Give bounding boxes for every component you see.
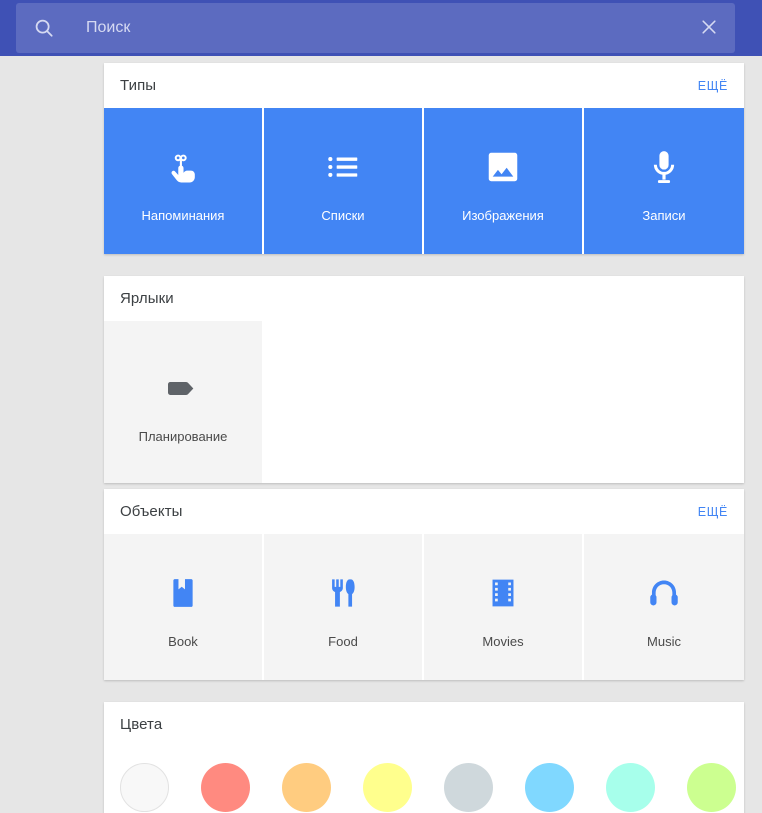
microphone-icon: [645, 139, 683, 195]
color-swatch-teal[interactable]: [606, 762, 655, 812]
type-tile-reminders[interactable]: Напоминания: [104, 108, 264, 254]
types-tile-row: Напоминания Списки Изображения Записи: [104, 108, 744, 254]
objects-tile-row: Book Food Movies Music: [104, 534, 744, 680]
color-swatch-orange[interactable]: [282, 762, 331, 812]
object-tile-label: Food: [328, 633, 358, 649]
type-tile-label: Напоминания: [141, 207, 225, 223]
types-card-header: Типы ЕЩЁ: [104, 63, 744, 108]
object-tile-food[interactable]: Food: [264, 534, 424, 680]
close-icon: [699, 17, 719, 40]
labels-empty-space: [264, 321, 744, 483]
type-tile-label: Изображения: [462, 207, 544, 223]
types-more-button[interactable]: ЕЩЁ: [698, 79, 728, 93]
film-icon: [486, 565, 520, 621]
types-card: Типы ЕЩЁ Напоминания Списки Изображения …: [104, 63, 744, 254]
list-icon: [324, 139, 362, 195]
labels-tile-row: Планирование: [104, 321, 744, 483]
color-swatch-blue[interactable]: [525, 762, 574, 812]
object-tile-book[interactable]: Book: [104, 534, 264, 680]
type-tile-label: Списки: [321, 207, 365, 223]
label-tag-icon: [163, 360, 203, 416]
label-tile-planning[interactable]: Планирование: [104, 321, 264, 483]
colors-swatch-row: [104, 747, 744, 813]
object-tile-label: Movies: [482, 633, 524, 649]
clear-search-button[interactable]: [683, 3, 735, 53]
label-tile-label: Планирование: [138, 428, 228, 444]
type-tile-label: Записи: [642, 207, 686, 223]
reminder-hand-icon: [162, 139, 204, 195]
search-header: [0, 0, 762, 56]
color-swatch-white[interactable]: [120, 762, 169, 812]
labels-title: Ярлыки: [120, 290, 174, 307]
search-field[interactable]: [16, 3, 735, 53]
color-swatch-yellow[interactable]: [363, 762, 412, 812]
headphones-icon: [647, 565, 681, 621]
objects-card-header: Объекты ЕЩЁ: [104, 489, 744, 534]
objects-title: Объекты: [120, 503, 183, 520]
search-input[interactable]: [72, 3, 683, 53]
type-tile-images[interactable]: Изображения: [424, 108, 584, 254]
types-title: Типы: [120, 77, 157, 94]
objects-more-button[interactable]: ЕЩЁ: [698, 505, 728, 519]
object-tile-music[interactable]: Music: [584, 534, 744, 680]
labels-card-header: Ярлыки: [104, 276, 744, 321]
book-icon: [166, 565, 200, 621]
search-icon[interactable]: [16, 3, 72, 53]
object-tile-label: Book: [168, 633, 198, 649]
type-tile-lists[interactable]: Списки: [264, 108, 424, 254]
color-swatch-green[interactable]: [687, 762, 736, 812]
results-scroll-area[interactable]: Типы ЕЩЁ Напоминания Списки Изображения …: [0, 56, 762, 813]
color-swatch-red[interactable]: [201, 762, 250, 812]
object-tile-movies[interactable]: Movies: [424, 534, 584, 680]
labels-card: Ярлыки Планирование: [104, 276, 744, 483]
food-icon: [326, 565, 360, 621]
image-icon: [484, 139, 522, 195]
colors-card: Цвета: [104, 702, 744, 813]
color-swatch-grey[interactable]: [444, 762, 493, 812]
colors-title: Цвета: [120, 716, 163, 733]
type-tile-recordings[interactable]: Записи: [584, 108, 744, 254]
objects-card: Объекты ЕЩЁ Book Food Movies Music: [104, 489, 744, 680]
colors-card-header: Цвета: [104, 702, 744, 747]
object-tile-label: Music: [647, 633, 681, 649]
